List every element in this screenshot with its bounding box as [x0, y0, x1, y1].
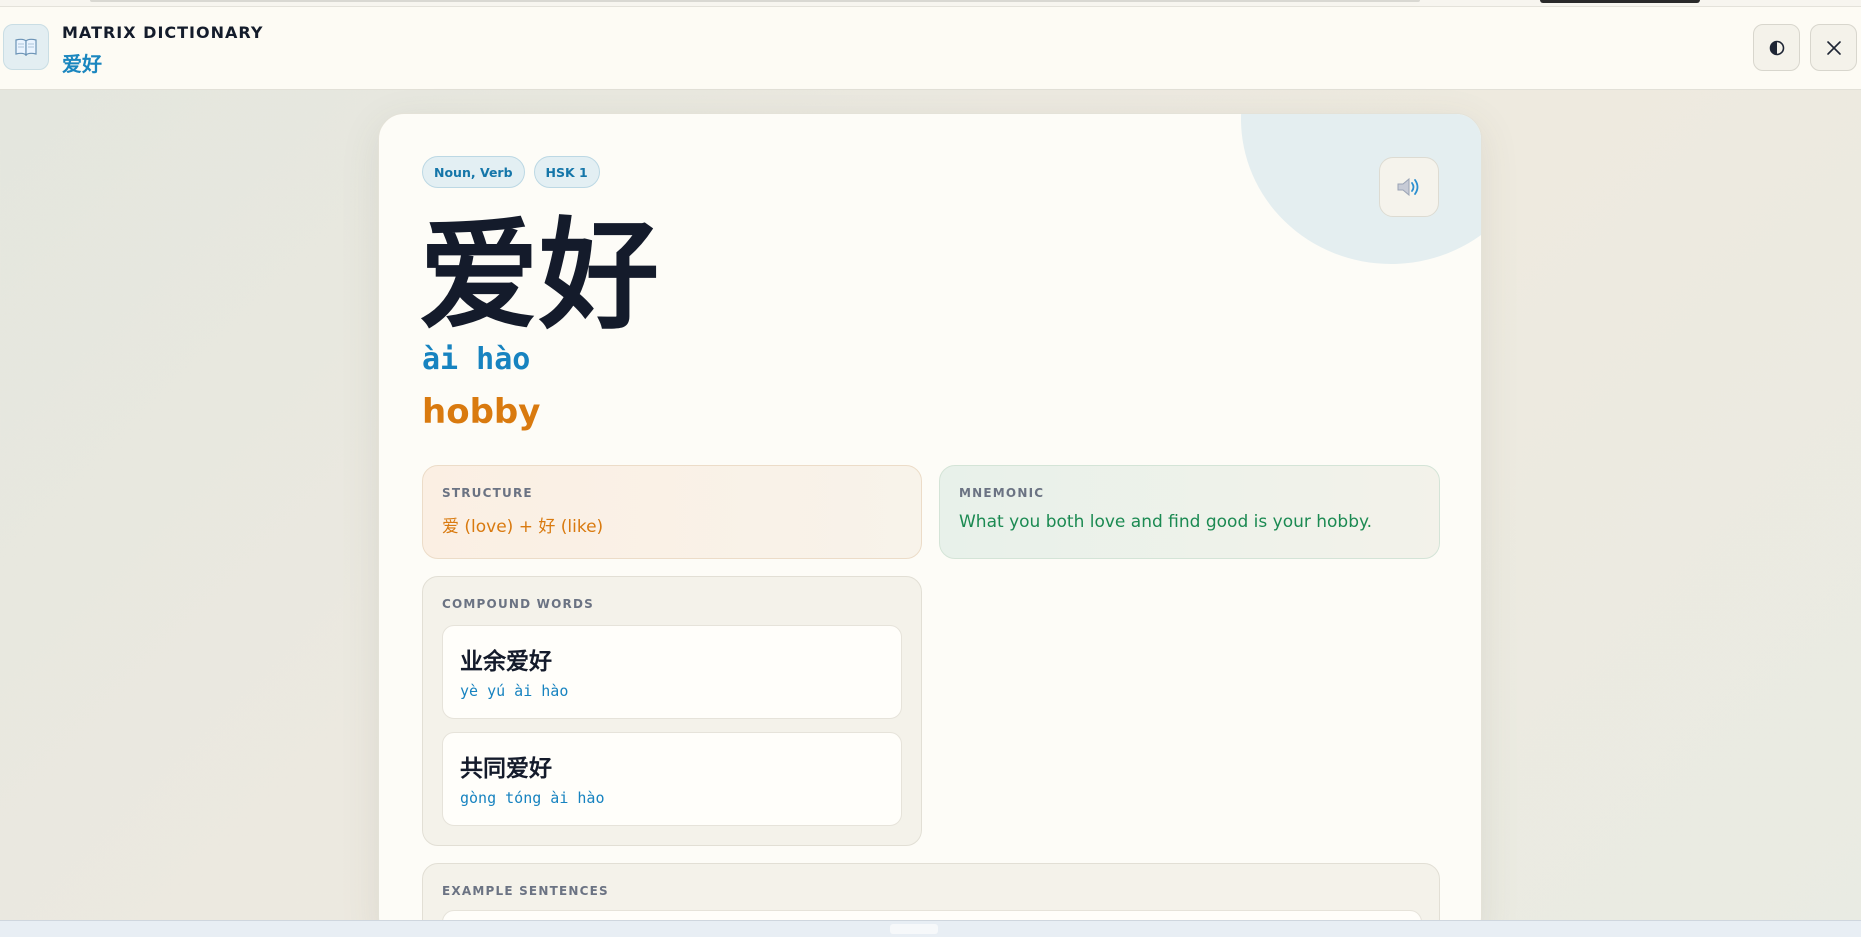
compound-word-item[interactable]: 共同爱好 gòng tóng ài hào	[442, 732, 902, 826]
structure-value: 爱 (love) + 好 (like)	[442, 517, 604, 537]
contrast-icon	[1769, 40, 1784, 55]
book-icon-graphic	[15, 38, 37, 56]
compound-pinyin: yè yú ài hào	[460, 682, 569, 700]
compound-word: 业余爱好	[460, 648, 552, 675]
word-meaning: hobby	[422, 392, 541, 432]
mnemonic-panel: MNEMONIC What you both love and find goo…	[939, 465, 1440, 559]
card-decoration	[1241, 114, 1481, 264]
compound-word-item[interactable]: 业余爱好 yè yú ài hào	[442, 625, 902, 719]
theme-toggle-button[interactable]	[1753, 24, 1800, 71]
scrollbar-thumb[interactable]	[890, 924, 938, 934]
top-scroll-track	[90, 0, 1420, 2]
speaker-icon	[1397, 177, 1419, 197]
compound-word: 共同爱好	[460, 755, 552, 782]
example-sentences-label: EXAMPLE SENTENCES	[442, 884, 609, 898]
compound-words-label: COMPOUND WORDS	[442, 597, 594, 611]
app-header: MATRIX DICTIONARY 爱好	[0, 7, 1861, 90]
close-button[interactable]	[1810, 24, 1857, 71]
hsk-level-tag: HSK 1	[533, 156, 600, 188]
mnemonic-value: What you both love and find good is your…	[959, 512, 1373, 532]
part-of-speech-tag: Noun, Verb	[422, 156, 525, 188]
close-icon	[1826, 40, 1841, 55]
word-pinyin: ài hào	[422, 342, 531, 377]
word-tags: Noun, Verb HSK 1	[422, 156, 600, 188]
mnemonic-label: MNEMONIC	[959, 486, 1045, 500]
browser-top-strip	[0, 0, 1861, 7]
word-hanzi: 爱好	[419, 205, 659, 346]
app-title: MATRIX DICTIONARY	[62, 23, 264, 42]
compound-pinyin: gòng tóng ài hào	[460, 789, 605, 807]
horizontal-scrollbar[interactable]	[0, 920, 1861, 937]
book-icon[interactable]	[3, 24, 49, 70]
structure-panel: STRUCTURE 爱 (love) + 好 (like)	[422, 465, 922, 559]
word-card: Noun, Verb HSK 1 爱好 ài hào hobby STRUCTU…	[378, 113, 1482, 937]
top-scroll-thumb[interactable]	[1540, 0, 1700, 3]
play-audio-button[interactable]	[1379, 157, 1439, 217]
structure-label: STRUCTURE	[442, 486, 533, 500]
current-word-label: 爱好	[62, 52, 102, 76]
compound-words-panel: COMPOUND WORDS 业余爱好 yè yú ài hào 共同爱好 gò…	[422, 576, 922, 846]
